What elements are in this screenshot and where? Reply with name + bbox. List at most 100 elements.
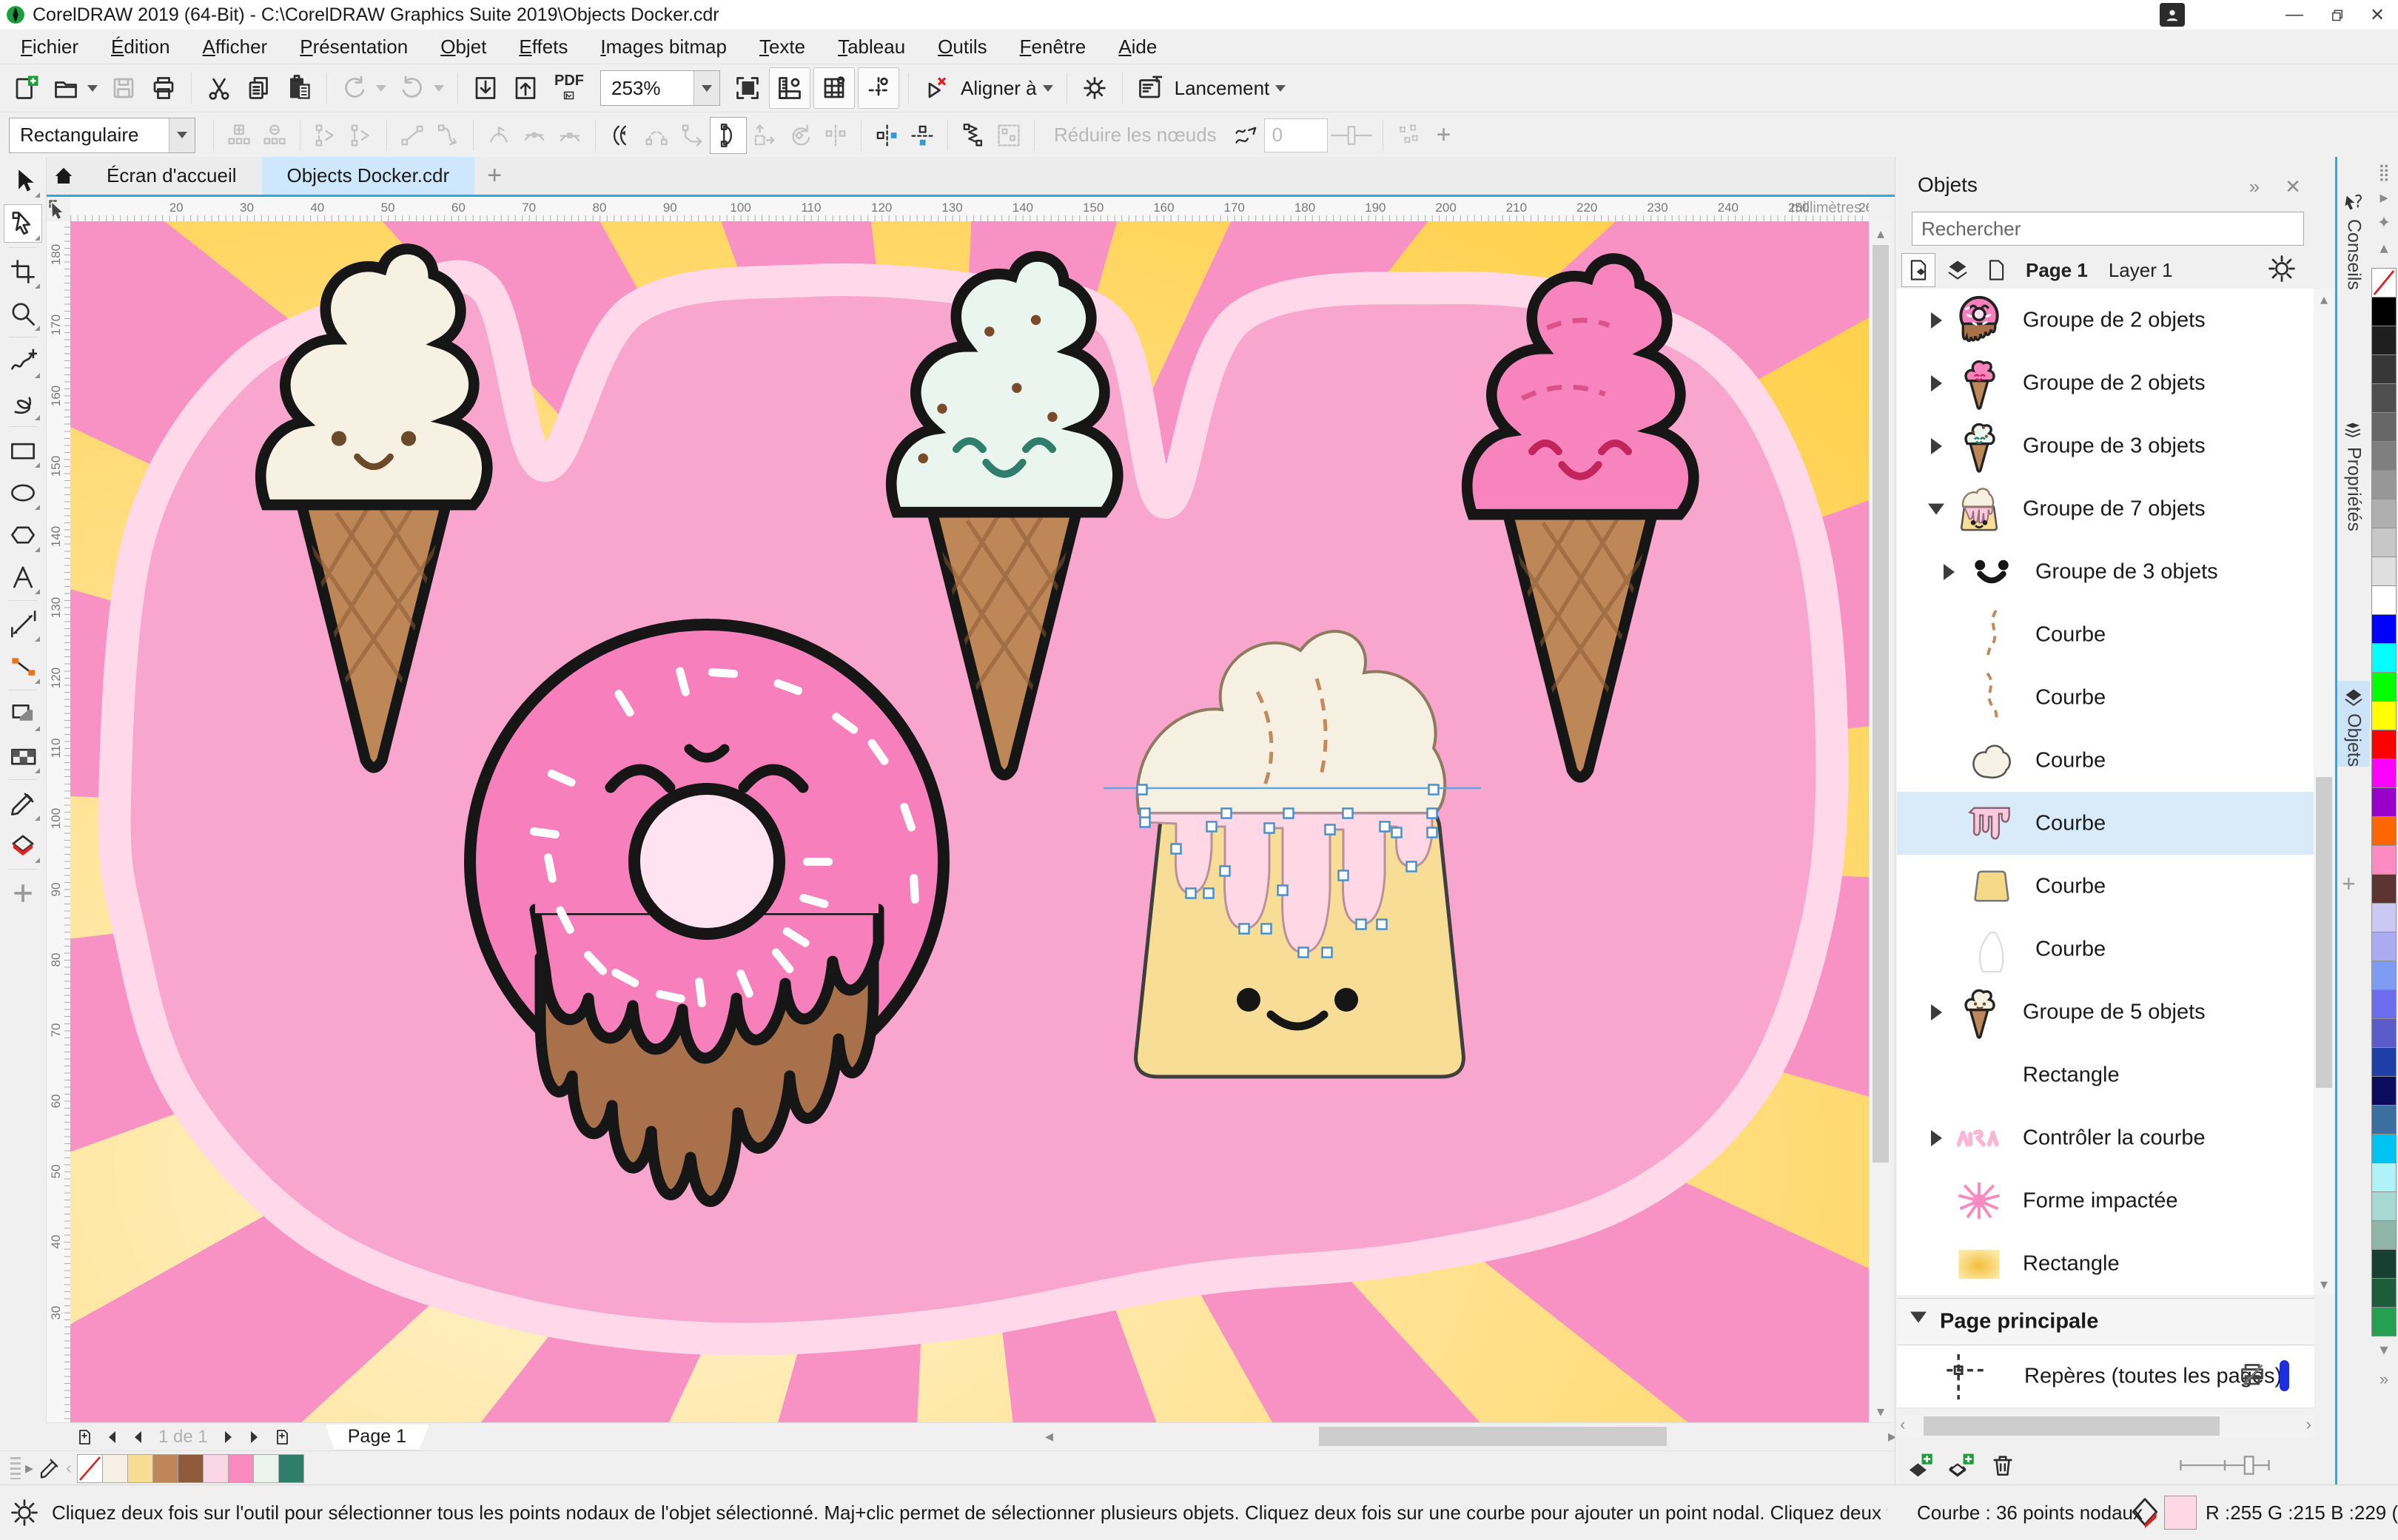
- zoom-level-combo[interactable]: 253%: [600, 70, 720, 106]
- color-swatch[interactable]: [2371, 383, 2397, 413]
- expander-icon[interactable]: [1910, 1312, 1927, 1323]
- color-swatch[interactable]: [2371, 730, 2397, 759]
- thumbnail-size-slider[interactable]: [2143, 1455, 2306, 1476]
- object-row[interactable]: Courbe: [1897, 792, 2314, 855]
- rectangle-tool[interactable]: [4, 432, 41, 469]
- show-rulers-toggle[interactable]: [769, 67, 810, 109]
- redo-button-dropdown-icon[interactable]: [434, 85, 444, 92]
- color-swatch[interactable]: [2371, 412, 2397, 442]
- palette-drag-handle[interactable]: ⣿: [2370, 163, 2398, 182]
- scroll-down-icon[interactable]: ▾: [1870, 1402, 1892, 1421]
- object-row[interactable]: Forme impactée: [1897, 1169, 2314, 1232]
- docker-collapse-icon[interactable]: »: [2241, 175, 2268, 198]
- color-swatch[interactable]: [203, 1454, 229, 1483]
- menu-aide[interactable]: Aide: [1102, 33, 1173, 61]
- color-swatch[interactable]: [2371, 672, 2397, 702]
- align-nodes-button[interactable]: [818, 118, 853, 153]
- close-curve-button[interactable]: [710, 117, 747, 154]
- palette-drag-handle[interactable]: [10, 1457, 21, 1479]
- drawing-canvas[interactable]: [70, 221, 1869, 1427]
- color-swatch[interactable]: [2371, 528, 2397, 557]
- color-swatch[interactable]: [2371, 1134, 2397, 1163]
- docker-close-icon[interactable]: ✕: [2280, 175, 2306, 198]
- new-master-layer-button[interactable]: [1944, 1448, 1978, 1482]
- undo-button[interactable]: [335, 68, 375, 108]
- tree-scroll-up-icon[interactable]: ▴: [2314, 290, 2334, 309]
- tab-welcome-screen[interactable]: Écran d'accueil: [81, 157, 262, 195]
- expander-icon[interactable]: [1928, 503, 1944, 514]
- color-swatch[interactable]: [2371, 1163, 2397, 1192]
- convert-to-curve-button[interactable]: [430, 118, 466, 153]
- docker-tab-proprits[interactable]: Propriétés: [2337, 414, 2370, 531]
- rotate-nodes-button[interactable]: [782, 118, 818, 153]
- pages-icon[interactable]: [1980, 254, 2012, 286]
- status-gear-icon[interactable]: [9, 1497, 40, 1528]
- selection-mode-combo[interactable]: Rectangulaire: [9, 118, 195, 153]
- text-tool[interactable]: [4, 559, 41, 596]
- object-row[interactable]: Groupe de 5 objets: [1897, 981, 2314, 1043]
- expander-icon[interactable]: [1944, 564, 1955, 580]
- color-swatch[interactable]: [2371, 816, 2397, 846]
- first-page-button[interactable]: [98, 1425, 124, 1450]
- horizontal-ruler[interactable]: millimètres 2030405060708090100110120130…: [70, 197, 1869, 222]
- zoom-tool[interactable]: [4, 295, 41, 332]
- join-nodes-button[interactable]: [343, 118, 379, 153]
- add-docker-button[interactable]: +: [2342, 870, 2356, 898]
- launch-button-label[interactable]: Lancement: [1175, 77, 1270, 100]
- symmetrical-node-button[interactable]: [552, 118, 588, 153]
- extend-curve-to-close-button[interactable]: [639, 118, 674, 153]
- copy-button[interactable]: [239, 68, 279, 108]
- menu-effets[interactable]: Effets: [503, 33, 584, 61]
- cusp-node-button[interactable]: [481, 118, 517, 153]
- freehand-tool[interactable]: [4, 343, 41, 380]
- artistic-media-tool[interactable]: [4, 385, 41, 422]
- palette-picker-icon[interactable]: ✦: [2370, 213, 2398, 232]
- interactive-fill-tool[interactable]: [4, 827, 41, 864]
- color-swatch[interactable]: [2371, 354, 2397, 384]
- save-button[interactable]: [104, 68, 144, 108]
- reflect-horizontally-button[interactable]: [869, 118, 904, 153]
- expander-icon[interactable]: [1931, 1004, 1942, 1020]
- previous-page-button[interactable]: [124, 1425, 151, 1450]
- object-row[interactable]: Groupe de 2 objets: [1897, 289, 2314, 352]
- paste-button[interactable]: [279, 68, 319, 108]
- color-swatch[interactable]: [2371, 787, 2397, 817]
- snap-to-button-dropdown-icon[interactable]: [1043, 85, 1053, 92]
- extract-subpath-button[interactable]: [674, 118, 710, 153]
- color-swatch[interactable]: [2371, 903, 2397, 932]
- tree-scroll-down-icon[interactable]: ▾: [2314, 1275, 2334, 1294]
- object-row[interactable]: Courbe: [1897, 855, 2314, 918]
- ellipse-tool[interactable]: [4, 474, 41, 511]
- add-tools-button[interactable]: [4, 875, 41, 912]
- tree-vertical-scrollbar[interactable]: ▴ ▾: [2314, 289, 2334, 1295]
- color-swatch[interactable]: [2371, 961, 2397, 990]
- color-swatch[interactable]: [2371, 845, 2397, 875]
- smoothness-input[interactable]: 0: [1264, 118, 1328, 152]
- elastic-mode-button[interactable]: [955, 118, 991, 153]
- color-swatch[interactable]: [2371, 297, 2397, 326]
- full-screen-preview-button[interactable]: [728, 68, 768, 108]
- add-page-end-button[interactable]: [269, 1425, 295, 1450]
- color-swatch[interactable]: [253, 1454, 279, 1483]
- palette-flyout-icon[interactable]: ▸: [25, 1459, 33, 1478]
- menu-afficher[interactable]: Afficher: [187, 33, 284, 61]
- options-button[interactable]: [1075, 68, 1115, 108]
- menu-pr-sentation[interactable]: Présentation: [283, 33, 424, 61]
- color-swatch[interactable]: [2371, 874, 2397, 904]
- page-tab[interactable]: Page 1: [325, 1425, 429, 1450]
- menu--dition[interactable]: Édition: [95, 33, 187, 61]
- palette-scroll-down-icon[interactable]: ▾: [2370, 1340, 2398, 1359]
- publish-pdf-button[interactable]: PDF: [545, 68, 593, 108]
- docker-tab-objets[interactable]: Objets: [2337, 681, 2370, 767]
- new-layer-button[interactable]: [1903, 1448, 1937, 1482]
- dimension-tool[interactable]: [4, 606, 41, 643]
- export-button[interactable]: [506, 68, 545, 108]
- printer-disabled-icon[interactable]: [2239, 1362, 2266, 1388]
- color-swatch[interactable]: [2371, 759, 2397, 788]
- launch-button[interactable]: [1130, 68, 1170, 108]
- object-row[interactable]: Courbe: [1897, 603, 2314, 666]
- canvas-horizontal-scrollbar[interactable]: ◂ ▸: [1045, 1425, 1896, 1447]
- palette-scroll-left-icon[interactable]: ‹: [66, 1458, 72, 1479]
- new-document-button[interactable]: [6, 68, 46, 108]
- palette-up-icon[interactable]: ▸: [2370, 188, 2398, 207]
